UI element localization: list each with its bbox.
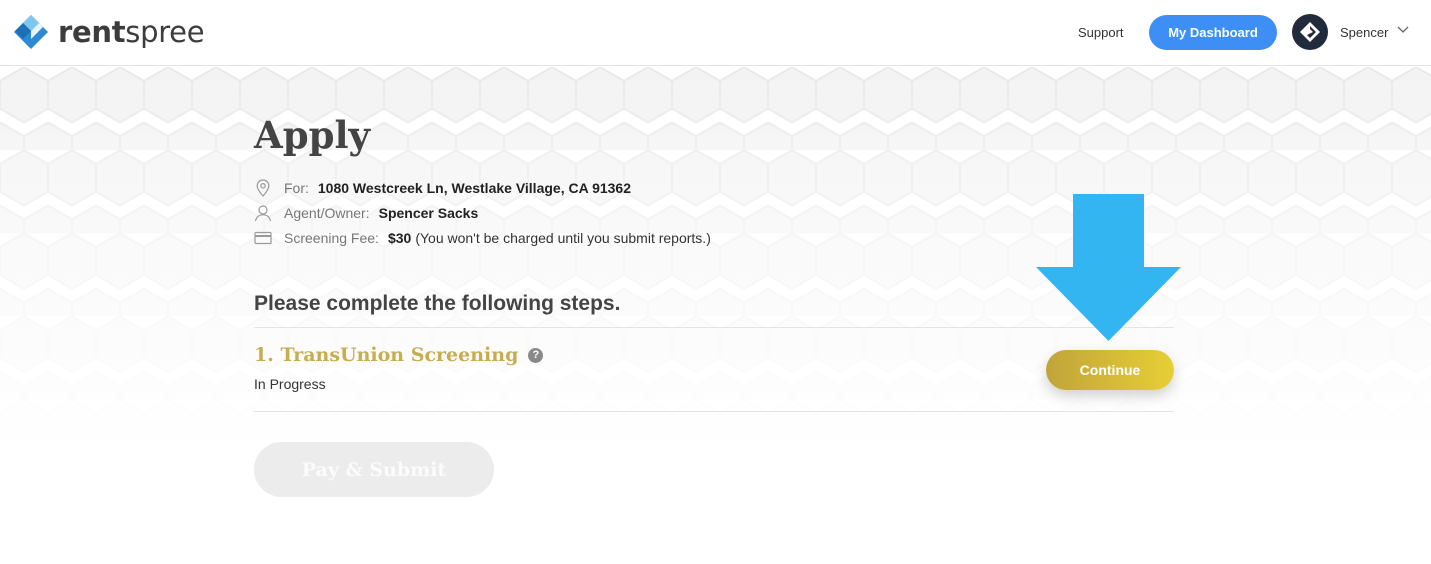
- page-title: Apply: [254, 113, 371, 157]
- continue-button[interactable]: Continue: [1046, 350, 1174, 390]
- top-navbar: rentspree Support My Dashboard Spencer: [0, 0, 1431, 66]
- chevron-down-icon[interactable]: [1397, 26, 1409, 34]
- help-icon[interactable]: ?: [528, 347, 544, 363]
- user-avatar-logo-icon: [1300, 22, 1320, 42]
- pay-submit-button[interactable]: Pay & Submit: [254, 442, 494, 497]
- rentspree-logo-icon: [14, 15, 48, 49]
- rentspree-wordmark: rentspree: [58, 15, 205, 49]
- step-title-text[interactable]: 1. TransUnion Screening: [254, 342, 518, 368]
- screening-fee-note: (You won't be charged until you submit r…: [415, 230, 711, 246]
- step-title: 1. TransUnion Screening ?: [254, 342, 544, 368]
- agent-owner-row: Agent/Owner: Spencer Sacks: [254, 203, 478, 223]
- screening-fee-row: Screening Fee: $30 (You won't be charged…: [254, 228, 711, 248]
- user-avatar[interactable]: [1292, 14, 1328, 50]
- rentspree-logo[interactable]: rentspree: [13, 14, 205, 50]
- person-icon: [254, 204, 272, 222]
- agent-owner-label: Agent/Owner:: [284, 205, 370, 221]
- divider: [254, 411, 1174, 412]
- location-pin-icon: [254, 179, 272, 197]
- screening-fee-label: Screening Fee:: [284, 230, 379, 246]
- steps-heading: Please complete the following steps.: [254, 292, 621, 315]
- step-status: In Progress: [254, 376, 326, 392]
- property-address-row: For: 1080 Westcreek Ln, Westlake Village…: [254, 178, 631, 198]
- for-label: For:: [284, 180, 309, 196]
- agent-owner-name: Spencer Sacks: [378, 205, 479, 221]
- property-address: 1080 Westcreek Ln, Westlake Village, CA …: [317, 180, 631, 196]
- background-fade: [0, 67, 1431, 452]
- screening-fee-amount: $30: [387, 230, 412, 246]
- credit-card-icon: [254, 229, 272, 247]
- user-name[interactable]: Spencer: [1340, 24, 1388, 42]
- down-arrow-icon: [1036, 194, 1181, 341]
- support-link[interactable]: Support: [1078, 24, 1124, 42]
- my-dashboard-button[interactable]: My Dashboard: [1149, 15, 1277, 50]
